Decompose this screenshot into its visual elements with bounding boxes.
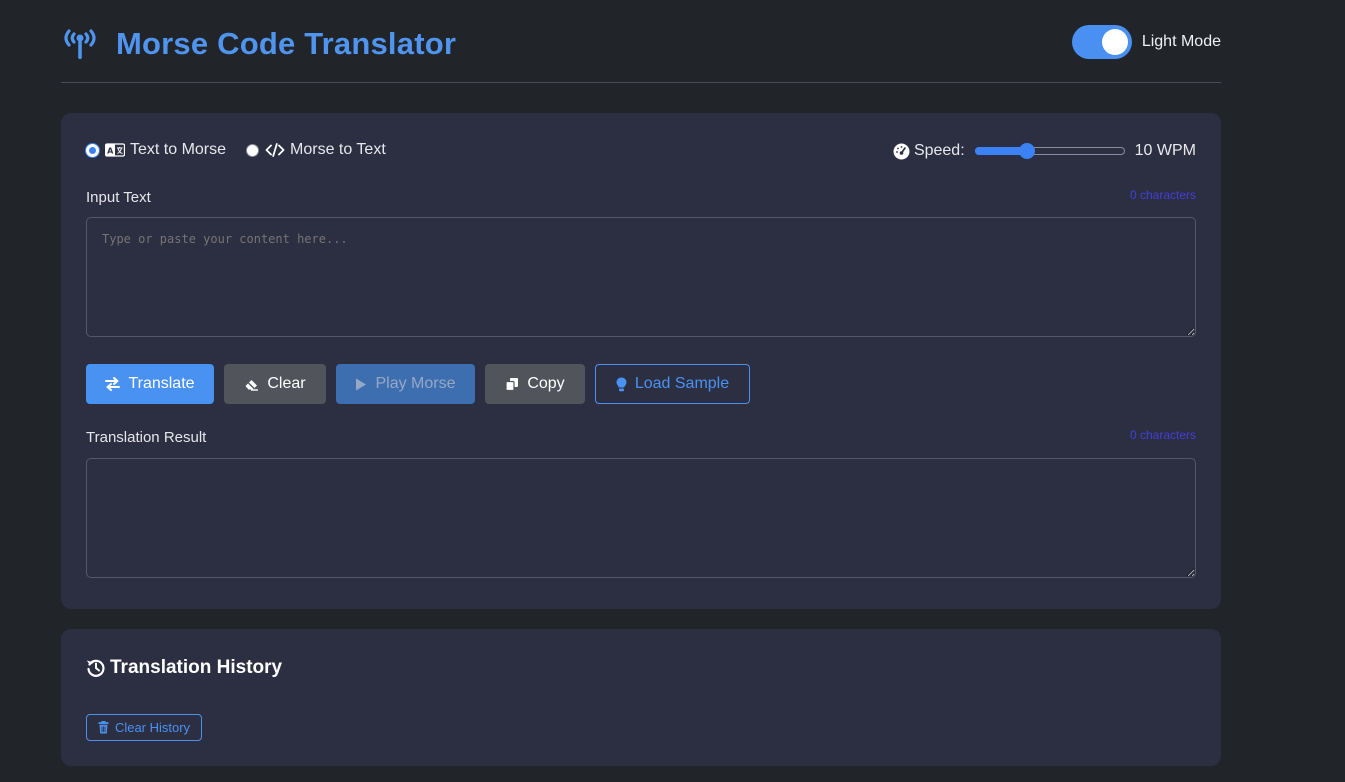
exchange-icon <box>105 377 121 391</box>
clear-history-button[interactable]: Clear History <box>86 714 202 741</box>
language-icon: A <box>105 143 125 157</box>
slider-thumb[interactable] <box>1019 143 1036 159</box>
result-label: Translation Result <box>86 429 207 446</box>
speed-value: 10 WPM <box>1134 142 1196 159</box>
play-morse-button[interactable]: Play Morse <box>336 364 475 404</box>
broadcast-tower-icon <box>64 29 96 59</box>
tachometer-icon <box>893 143 910 159</box>
radio-morse-to-text[interactable] <box>246 143 260 157</box>
radio-text-to-morse[interactable] <box>86 143 99 157</box>
mode-text-to-morse[interactable]: A Text to Morse <box>86 141 226 159</box>
code-icon <box>265 143 285 157</box>
header: Morse Code Translator Light Mode <box>61 0 1221 83</box>
mode-morse-to-text[interactable]: Morse to Text <box>246 141 386 159</box>
title-wrap: Morse Code Translator <box>61 26 456 62</box>
speed-label: Speed: <box>913 142 965 159</box>
input-char-count: 0 characters <box>1129 188 1196 202</box>
lightbulb-icon <box>616 377 627 391</box>
toggle-switch[interactable] <box>1071 25 1132 59</box>
copy-icon <box>505 378 519 391</box>
svg-text:A: A <box>107 147 114 156</box>
history-title: Translation History <box>110 657 283 678</box>
speed-slider[interactable] <box>974 141 1125 161</box>
mode-options: A Text to Morse Morse to Text <box>86 141 406 159</box>
trash-icon <box>98 721 109 734</box>
input-label: Input Text <box>86 189 151 206</box>
translate-button[interactable]: Translate <box>86 364 214 404</box>
copy-button[interactable]: Copy <box>485 364 585 404</box>
mode-label-text-to-morse: Text to Morse <box>130 141 227 158</box>
translate-label: Translate <box>128 375 195 392</box>
result-textarea[interactable] <box>86 458 1196 578</box>
history-card: Translation History Clear History <box>61 629 1221 766</box>
toggle-label: Light Mode <box>1141 33 1221 50</box>
speed-control: Speed: 10 WPM <box>893 141 1196 161</box>
play-icon <box>356 378 367 390</box>
play-label: Play Morse <box>375 375 456 392</box>
clear-button[interactable]: Clear <box>224 364 326 404</box>
history-icon <box>86 659 105 677</box>
action-buttons: Translate Clear Play Morse Copy Load Sam… <box>86 364 760 404</box>
history-heading: Translation History <box>86 657 282 679</box>
mode-label-morse-to-text: Morse to Text <box>290 141 386 158</box>
result-char-count: 0 characters <box>1129 428 1196 442</box>
app-container: Morse Code Translator Light Mode A Text … <box>61 0 1221 766</box>
input-textarea[interactable] <box>86 217 1196 337</box>
page-title: Morse Code Translator <box>116 26 457 61</box>
copy-label: Copy <box>527 375 565 392</box>
clear-history-label: Clear History <box>114 720 191 735</box>
translator-card: A Text to Morse Morse to Text Speed: 10 … <box>61 113 1221 609</box>
clear-label: Clear <box>267 375 306 392</box>
toggle-knob <box>1101 29 1128 55</box>
eraser-icon <box>245 379 259 391</box>
light-mode-toggle[interactable]: Light Mode <box>1071 25 1221 59</box>
load-sample-button[interactable]: Load Sample <box>595 364 750 404</box>
load-sample-label: Load Sample <box>634 375 730 392</box>
